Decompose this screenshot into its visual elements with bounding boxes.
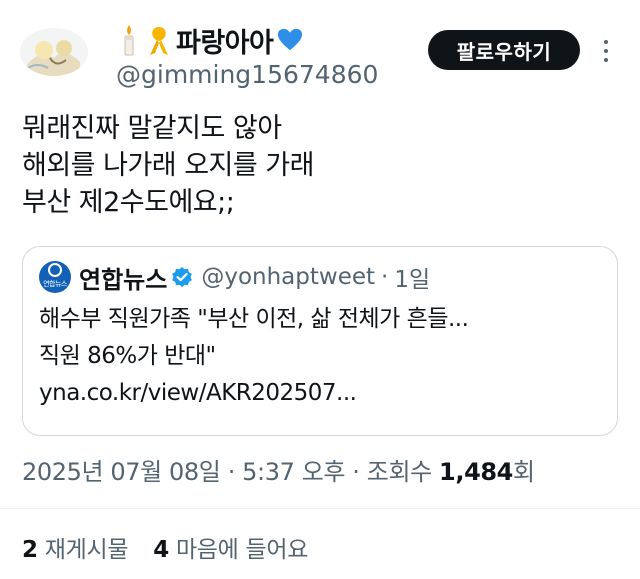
tweet-header: 파랑아아 @gimming15674860 팔로우하기 (0, 0, 640, 92)
likes-stat[interactable]: 4 마음에 들어요 (153, 537, 308, 563)
reposts-count: 2 (22, 537, 38, 563)
meta-separator: · (227, 458, 236, 486)
likes-count: 4 (153, 537, 169, 563)
more-vertical-icon[interactable] (596, 34, 616, 68)
tweet-text-line: 해외를 나가래 오지를 가래 (22, 150, 315, 181)
tweet-text-line: 뭐래진짜 말같지도 않아 (22, 113, 282, 144)
quoted-text-line: 직원 86%가 반대" (39, 343, 216, 369)
quoted-avatar-text: 연합뉴스 (43, 280, 67, 288)
views-unit: 회 (512, 458, 535, 486)
views-count: 1,484 (439, 458, 513, 486)
quoted-link[interactable]: yna.co.kr/view/AKR202507... (39, 375, 599, 412)
tweet-meta: 2025년 07월 08일 · 5:37 오후 · 조회수 1,484회 (22, 452, 535, 487)
author-display-name[interactable]: 파랑아아 (176, 21, 274, 60)
likes-label: 마음에 들어요 (175, 537, 309, 563)
verified-badge-icon (171, 266, 193, 288)
quoted-tweet-text: 해수부 직원가족 "부산 이전, 삶 전체가 흔들... 직원 86%가 반대"… (39, 301, 599, 412)
quoted-separator: · (381, 264, 389, 290)
reposts-stat[interactable]: 2 재게시물 (22, 537, 135, 563)
divider (0, 508, 640, 509)
tweet-text-line: 부산 제2수도에요;; (22, 187, 235, 218)
meta-separator: · (352, 458, 360, 486)
author-handle[interactable]: @gimming15674860 (116, 60, 378, 89)
tweet-text: 뭐래진짜 말같지도 않아 해외를 나가래 오지를 가래 부산 제2수도에요;; (22, 110, 622, 221)
blue-heart-icon (277, 22, 303, 58)
yellow-ribbon-icon (146, 22, 172, 58)
quoted-text-line: 해수부 직원가족 "부산 이전, 삶 전체가 흔들... (39, 306, 469, 332)
tweet-time[interactable]: 5:37 오후 (242, 458, 345, 486)
candle-icon (116, 22, 142, 58)
follow-button[interactable]: 팔로우하기 (428, 30, 580, 70)
quoted-author-handle: @yonhaptweet (201, 264, 376, 290)
quoted-time: 1일 (394, 267, 431, 293)
avatar[interactable] (20, 28, 88, 76)
quoted-avatar[interactable]: 연합뉴스 (39, 261, 71, 293)
quoted-author-name[interactable]: 연합뉴스 (79, 260, 167, 295)
engagement-stats: 2 재게시물 4 마음에 들어요 (22, 530, 326, 564)
reposts-label: 재게시물 (44, 537, 129, 563)
quoted-tweet-header: 연합뉴스 연합뉴스 @yonhaptweet · 1일 (39, 259, 430, 295)
tweet-date[interactable]: 2025년 07월 08일 (22, 458, 221, 486)
quoted-tweet[interactable]: 연합뉴스 연합뉴스 @yonhaptweet · 1일 해수부 직원가족 "부산… (22, 246, 618, 436)
views-label: 조회수 (366, 458, 432, 486)
author-name-row: 파랑아아 (116, 18, 303, 62)
